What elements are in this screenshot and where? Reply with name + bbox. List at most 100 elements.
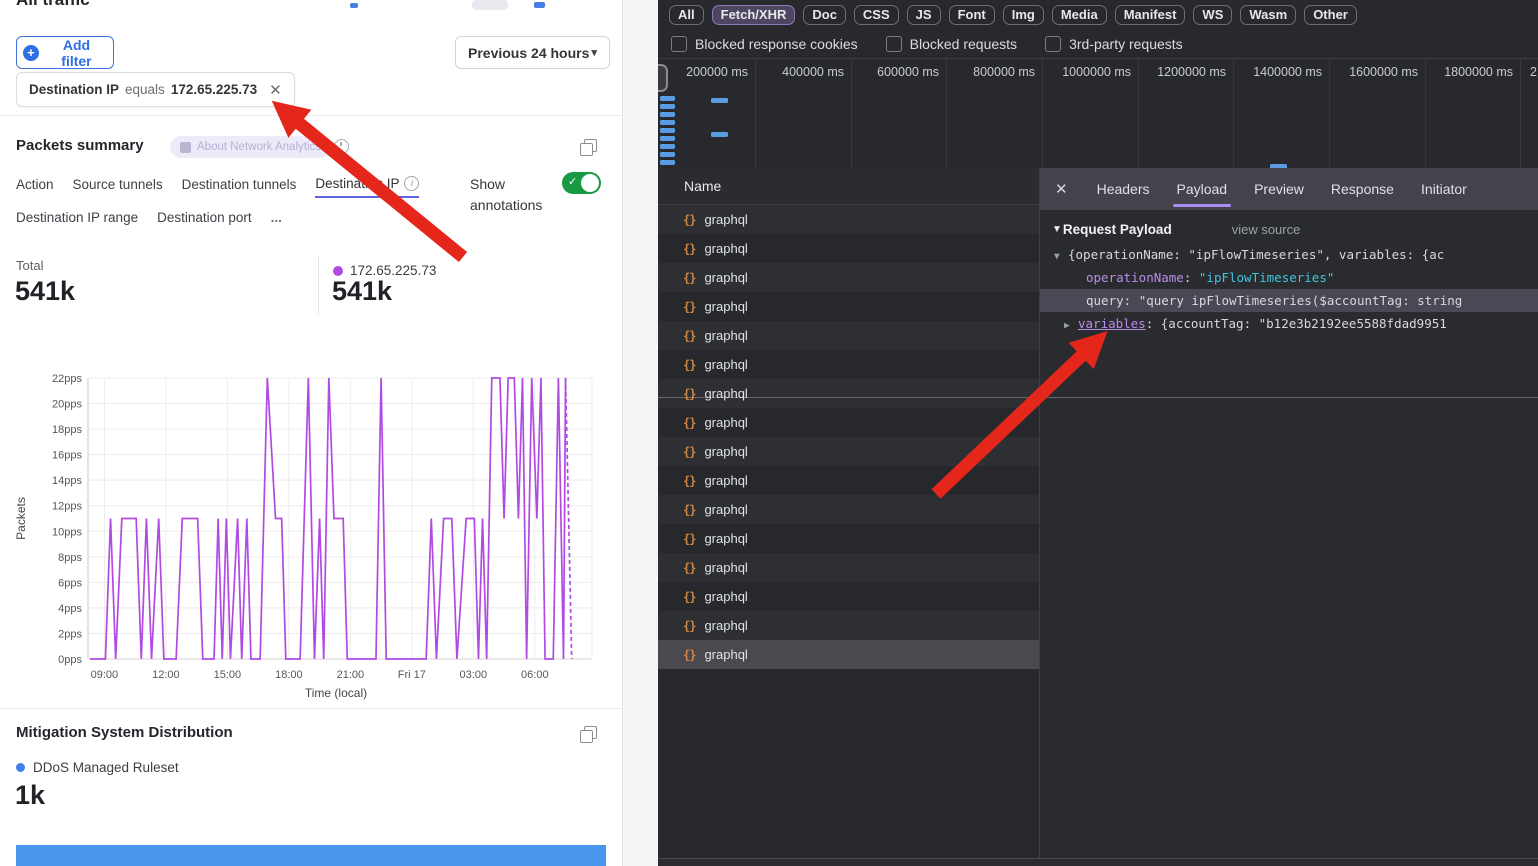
checkbox-blocked-requests[interactable]: Blocked requests <box>886 36 1017 52</box>
remove-filter-icon[interactable]: ✕ <box>269 81 282 99</box>
tab-destination-port[interactable]: Destination port <box>157 210 252 230</box>
filter-pill-all[interactable]: All <box>669 5 704 25</box>
payload-segment: "ipFlowTimeseries" <box>1199 270 1334 285</box>
divider <box>0 708 622 709</box>
packets-summary-title: Packets summary <box>16 137 144 154</box>
request-row[interactable]: {}graphql <box>658 524 1039 553</box>
collapsed-arrow-icon[interactable]: ▶ <box>1064 314 1078 335</box>
svg-text:14pps: 14pps <box>52 475 82 487</box>
close-icon[interactable]: ✕ <box>1055 180 1068 198</box>
checkbox-label: 3rd-party requests <box>1069 36 1183 52</box>
name-column-header[interactable]: Name <box>658 168 1039 205</box>
svg-text:10pps: 10pps <box>52 526 82 538</box>
request-row[interactable]: {}graphql <box>658 350 1039 379</box>
tab-destination-tunnels[interactable]: Destination tunnels <box>182 176 297 198</box>
svg-text:03:00: 03:00 <box>460 669 488 681</box>
payload-segment: : {accountTag: <box>1146 316 1259 331</box>
payload-line: query: "query ipFlowTimeseries($accountT… <box>1040 289 1538 312</box>
request-timing-mark <box>660 120 675 125</box>
detail-tab-payload[interactable]: Payload <box>1177 168 1228 210</box>
request-row[interactable]: {}graphql <box>658 582 1039 611</box>
filter-pill-media[interactable]: Media <box>1052 5 1107 25</box>
request-row[interactable]: {}graphql <box>658 234 1039 263</box>
mitigation-title: Mitigation System Distribution <box>16 724 233 741</box>
show-annotations-toggle[interactable]: ✓ <box>562 172 601 194</box>
json-braces-icon: {} <box>683 329 695 343</box>
request-row[interactable]: {}graphql <box>658 205 1039 234</box>
tabs-overflow-button[interactable]: ... <box>271 210 282 230</box>
time-range-label: Previous 24 hours <box>468 45 589 61</box>
detail-tab-response[interactable]: Response <box>1331 168 1394 210</box>
filter-pill-manifest[interactable]: Manifest <box>1115 5 1186 25</box>
filter-pill-wasm[interactable]: Wasm <box>1240 5 1296 25</box>
filter-pill-js[interactable]: JS <box>907 5 941 25</box>
checkbox-box[interactable] <box>671 36 687 52</box>
svg-text:8pps: 8pps <box>58 552 82 564</box>
request-row[interactable]: {}graphql <box>658 408 1039 437</box>
filter-pill-css[interactable]: CSS <box>854 5 899 25</box>
request-timing-mark <box>660 104 675 109</box>
filter-value: 172.65.225.73 <box>171 82 257 97</box>
detail-tab-preview[interactable]: Preview <box>1254 168 1304 210</box>
request-row[interactable]: {}graphql <box>658 437 1039 466</box>
popout-icon[interactable] <box>584 139 597 152</box>
request-row[interactable]: {}graphql <box>658 611 1039 640</box>
payload-line[interactable]: ▶variables: {accountTag: "b12e3b2192ee55… <box>1040 312 1538 335</box>
filter-pill-other[interactable]: Other <box>1304 5 1357 25</box>
tab-destination-ip[interactable]: Destination IPi <box>315 176 419 198</box>
checkbox-blocked-response-cookies[interactable]: Blocked response cookies <box>671 36 858 52</box>
collapse-triangle-icon[interactable]: ▼ <box>1052 224 1062 235</box>
total-label: Total <box>16 258 43 273</box>
svg-text:09:00: 09:00 <box>91 669 119 681</box>
add-filter-label: Add filter <box>46 37 107 69</box>
info-icon[interactable]: i <box>404 176 419 191</box>
detail-tab-headers[interactable]: Headers <box>1097 168 1150 210</box>
request-row[interactable]: {}graphql <box>658 292 1039 321</box>
view-source-link[interactable]: view source <box>1232 222 1301 237</box>
devtools-bottom-edge <box>658 858 1538 866</box>
network-overview-timeline[interactable]: 200000 ms400000 ms600000 ms800000 ms1000… <box>658 59 1538 168</box>
about-network-analytics-badge[interactable]: About Network Analytics <box>170 136 331 158</box>
ruler-tick-label: 1800000 ms <box>1363 65 1513 79</box>
filter-chip[interactable]: Destination IP equals 172.65.225.73 ✕ <box>16 72 295 107</box>
detail-tab-initiator[interactable]: Initiator <box>1421 168 1467 210</box>
clock-icon <box>334 139 349 154</box>
filter-pill-img[interactable]: Img <box>1003 5 1044 25</box>
filter-pill-font[interactable]: Font <box>949 5 995 25</box>
divider <box>658 397 1538 398</box>
request-name: graphql <box>704 299 747 314</box>
checkbox-box[interactable] <box>886 36 902 52</box>
tab-source-tunnels[interactable]: Source tunnels <box>73 176 163 198</box>
request-row[interactable]: {}graphql <box>658 553 1039 582</box>
filter-pill-ws[interactable]: WS <box>1193 5 1232 25</box>
popout-icon[interactable] <box>584 726 597 739</box>
tab-destination-ip-range[interactable]: Destination IP range <box>16 210 138 230</box>
time-range-dropdown[interactable]: Previous 24 hours ▾ <box>455 36 610 69</box>
payload-line[interactable]: ▼{operationName: "ipFlowTimeseries", var… <box>1040 243 1538 266</box>
checkbox-box[interactable] <box>1045 36 1061 52</box>
svg-text:4pps: 4pps <box>58 603 82 615</box>
request-row[interactable]: {}graphql <box>658 640 1039 669</box>
request-row[interactable]: {}graphql <box>658 379 1039 408</box>
request-row[interactable]: {}graphql <box>658 321 1039 350</box>
filter-pill-doc[interactable]: Doc <box>803 5 846 25</box>
ruler-gridline <box>1520 59 1521 168</box>
mitigation-legend-label: DDoS Managed Ruleset <box>33 760 179 775</box>
payload-segment: operationName <box>1086 270 1184 285</box>
detail-tab-bar: ✕ Headers Payload Preview Response Initiator <box>1040 168 1538 210</box>
add-filter-button[interactable]: + Add filter <box>16 36 114 69</box>
svg-text:12:00: 12:00 <box>152 669 180 681</box>
request-payload-title: Request Payload <box>1063 222 1172 237</box>
filter-pill-fetch-xhr[interactable]: Fetch/XHR <box>712 5 796 25</box>
payload-segment: {operationName: "ipFlowTimeseries", vari… <box>1068 247 1444 262</box>
tab-action[interactable]: Action <box>16 176 54 198</box>
request-row[interactable]: {}graphql <box>658 466 1039 495</box>
checkbox-3rd-party-requests[interactable]: 3rd-party requests <box>1045 36 1183 52</box>
svg-text:6pps: 6pps <box>58 577 82 589</box>
request-row[interactable]: {}graphql <box>658 495 1039 524</box>
series-legend-dot <box>333 266 343 276</box>
request-timing-mark <box>711 132 728 137</box>
request-name: graphql <box>704 589 747 604</box>
expanded-arrow-icon[interactable]: ▼ <box>1054 245 1068 266</box>
request-row[interactable]: {}graphql <box>658 263 1039 292</box>
